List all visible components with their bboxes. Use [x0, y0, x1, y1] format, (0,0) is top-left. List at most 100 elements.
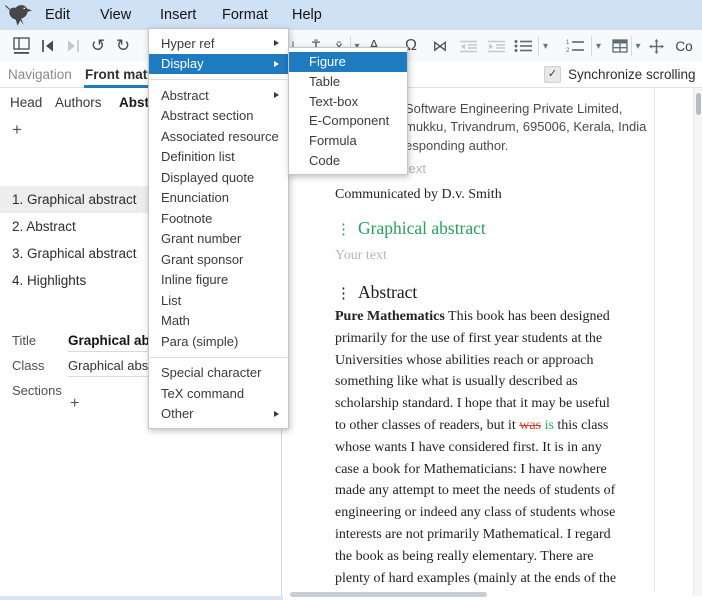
- insert-menu: Hyper ref Display Abstract Abstract section…: [148, 28, 289, 429]
- menu-item-tex-command[interactable]: TeX command: [149, 383, 288, 404]
- panel-tab-head[interactable]: Head: [10, 88, 42, 118]
- graphical-abstract-heading: ⋮Graphical abstract: [336, 218, 486, 239]
- menu-item-enunciation[interactable]: Enunciation: [149, 188, 288, 209]
- menu-item-label: Display: [161, 56, 204, 71]
- app-window: EditViewInsertFormatHelp ↺ ↻ ⊥ T̄ x̄ ▾ A…: [0, 0, 702, 600]
- menu-format[interactable]: Format: [222, 0, 268, 30]
- menu-edit[interactable]: Edit: [45, 0, 70, 30]
- paragraph-line: to other classes of readers, but it was …: [335, 415, 616, 437]
- submenu-item-figure[interactable]: Figure: [289, 52, 407, 72]
- menu-item-label: Enunciation: [161, 190, 229, 205]
- menu-item-label: Definition list: [161, 149, 235, 164]
- menu-item-grant-sponsor[interactable]: Grant sponsor: [149, 249, 288, 270]
- menu-item-list[interactable]: List: [149, 290, 288, 311]
- menu-item-display[interactable]: Display: [149, 54, 288, 75]
- add-tab-button[interactable]: +: [12, 118, 22, 142]
- overflow-button[interactable]: Co: [668, 30, 700, 62]
- menu-item-label: Footnote: [161, 211, 212, 226]
- menu-item-inline-figure[interactable]: Inline figure: [149, 270, 288, 291]
- menu-item-label: Abstract section: [161, 108, 254, 123]
- bullet-list-icon[interactable]: [512, 30, 534, 62]
- affiliation-line: esponding author.: [405, 138, 508, 153]
- svg-text:1: 1: [566, 40, 570, 46]
- menu-item-label: TeX command: [161, 386, 244, 401]
- menu-item-label: Grant number: [161, 231, 241, 246]
- numbered-list-caret-icon[interactable]: ▾: [591, 36, 605, 56]
- paragraph-line: Universities whose abilities reach or ap…: [335, 350, 616, 372]
- move-icon[interactable]: [646, 30, 666, 62]
- menu-item-abstract-section[interactable]: Abstract section: [149, 106, 288, 127]
- menu-item-label: Abstract: [161, 88, 209, 103]
- menu-item-other[interactable]: Other: [149, 404, 288, 425]
- menu-item-label: Math: [161, 313, 190, 328]
- increase-indent-icon[interactable]: [485, 30, 507, 62]
- submenu-arrow-icon: [274, 61, 279, 67]
- affiliation-line: Software Engineering Private Limited,: [405, 101, 623, 116]
- field-label-class: Class: [12, 353, 66, 378]
- menu-item-label: List: [161, 293, 181, 308]
- menu-item-label: Associated resource: [161, 129, 279, 144]
- table-caret-icon[interactable]: ▾: [631, 36, 644, 56]
- field-label-title: Title: [12, 328, 66, 353]
- paragraph-line: made any attempt to meet the needs of st…: [335, 480, 616, 502]
- view-tab-navigation[interactable]: Navigation: [8, 62, 72, 87]
- menu-item-label: Other: [161, 406, 194, 421]
- redo-icon[interactable]: ↻: [112, 30, 134, 62]
- menu-help[interactable]: Help: [292, 0, 322, 30]
- menu-item-abstract[interactable]: Abstract: [149, 85, 288, 106]
- placeholder-fragment: text: [405, 161, 426, 176]
- previous-change-icon[interactable]: [36, 30, 58, 62]
- paragraph-line: engineering or indeed any class of stude…: [335, 502, 616, 524]
- submenu-item-code[interactable]: Code: [289, 150, 407, 170]
- menu-item-associated-resource[interactable]: Associated resource: [149, 126, 288, 147]
- menu-item-label: Displayed quote: [161, 170, 254, 185]
- decrease-indent-icon[interactable]: [457, 30, 479, 62]
- paragraph-line: case a book for Mathematicians: I have n…: [335, 459, 616, 481]
- abstract-heading: ⋮Abstract: [336, 282, 417, 303]
- numbered-list-icon[interactable]: 12: [564, 30, 586, 62]
- undo-icon[interactable]: ↺: [87, 30, 109, 62]
- abstract-paragraph[interactable]: Pure Mathematics This book has been desi…: [335, 306, 616, 589]
- next-change-icon[interactable]: [62, 30, 84, 62]
- paragraph-line: something like what is usually described…: [335, 371, 616, 393]
- menu-view[interactable]: View: [100, 0, 131, 30]
- menu-item-definition-list[interactable]: Definition list: [149, 147, 288, 168]
- display-submenu: FigureTableText-boxE-ComponentFormulaCod…: [288, 47, 408, 175]
- menu-separator: [150, 79, 287, 80]
- submenu-item-formula[interactable]: Formula: [289, 131, 407, 151]
- menu-item-label: Grant sponsor: [161, 252, 243, 267]
- submenu-arrow-icon: [274, 40, 279, 46]
- menu-item-special-character[interactable]: Special character: [149, 363, 288, 384]
- bottom-strip: [0, 596, 283, 600]
- menu-insert[interactable]: Insert: [160, 0, 196, 30]
- panel-tab-authors[interactable]: Authors: [55, 88, 102, 118]
- submenu-item-table[interactable]: Table: [289, 72, 407, 92]
- tex-inline-icon[interactable]: ⋈: [428, 30, 452, 62]
- menu-item-grant-number[interactable]: Grant number: [149, 229, 288, 250]
- synchronize-scrolling-checkbox[interactable]: ✓: [544, 66, 561, 83]
- menu-item-displayed-quote[interactable]: Displayed quote: [149, 167, 288, 188]
- horizontal-scrollbar-thumb[interactable]: [290, 592, 487, 597]
- page-right-edge: [654, 88, 655, 592]
- add-section-button[interactable]: +: [70, 394, 79, 414]
- menu-item-label: Para (simple): [161, 334, 238, 349]
- drag-handle-icon[interactable]: ⋮: [336, 222, 351, 238]
- affiliation-line: mukku, Trivandrum, 695006, Kerala, India: [405, 119, 646, 134]
- bullet-list-caret-icon[interactable]: ▾: [538, 36, 552, 56]
- paragraph-line: primarily for the use of first year stud…: [335, 328, 616, 350]
- synchronize-scrolling-label: Synchronize scrolling: [568, 67, 696, 82]
- vertical-scrollbar[interactable]: [693, 88, 702, 596]
- menu-item-para-simple-[interactable]: Para (simple): [149, 331, 288, 352]
- vertical-scrollbar-thumb[interactable]: [696, 93, 701, 115]
- menu-item-math[interactable]: Math: [149, 311, 288, 332]
- menu-item-hyper-ref[interactable]: Hyper ref: [149, 33, 288, 54]
- synchronize-scrolling-control: ✓ Synchronize scrolling: [544, 66, 696, 83]
- menu-item-footnote[interactable]: Footnote: [149, 208, 288, 229]
- field-label-sections: Sections: [12, 378, 66, 403]
- table-icon[interactable]: [610, 30, 630, 62]
- submenu-item-text-box[interactable]: Text-box: [289, 91, 407, 111]
- submenu-item-e-component[interactable]: E-Component: [289, 111, 407, 131]
- drag-handle-icon[interactable]: ⋮: [336, 286, 351, 302]
- toggle-panel-icon[interactable]: [9, 30, 33, 62]
- menu-item-label: Inline figure: [161, 272, 228, 287]
